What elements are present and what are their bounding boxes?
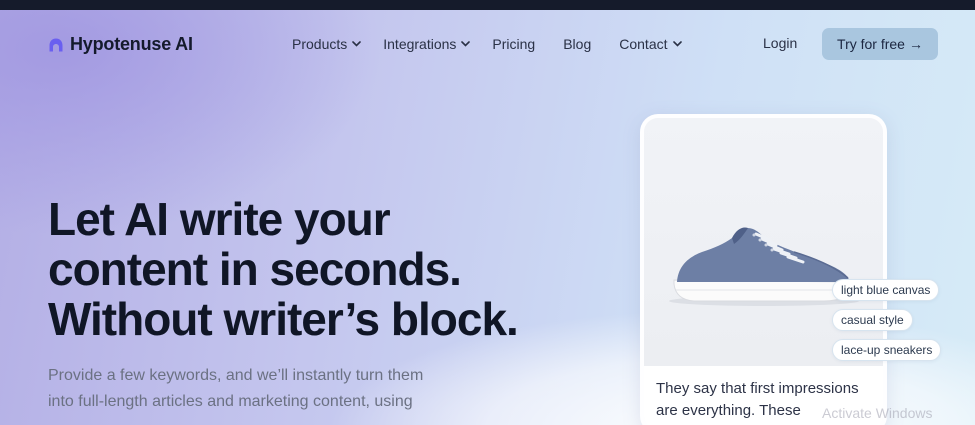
arrow-right-icon: → bbox=[908, 36, 923, 52]
subtext-line: Provide a few keywords, and we’ll instan… bbox=[48, 367, 424, 384]
cta-label: Try for free bbox=[837, 36, 905, 52]
product-tag: casual style bbox=[832, 309, 913, 331]
headline-line: Let AI write your bbox=[48, 193, 391, 245]
main-nav: Products Integrations Pricing Blog Conta… bbox=[292, 35, 682, 53]
nav-item-label: Integrations bbox=[383, 36, 457, 52]
chevron-down-icon bbox=[352, 41, 362, 47]
chevron-down-icon bbox=[672, 41, 682, 47]
login-link[interactable]: Login bbox=[763, 35, 797, 51]
description-line: They say that first impressions bbox=[656, 380, 859, 397]
hypotenuse-logo-icon bbox=[49, 38, 63, 51]
chevron-down-icon bbox=[461, 41, 471, 47]
brand-name: Hypotenuse AI bbox=[70, 34, 193, 54]
product-tag: lace-up sneakers bbox=[832, 339, 942, 361]
nav-item-pricing[interactable]: Pricing bbox=[492, 36, 535, 52]
nav-item-label: Pricing bbox=[492, 36, 536, 52]
hero-headline: Let AI write your content in seconds. Wi… bbox=[48, 194, 588, 344]
headline-line: Without writer’s block. bbox=[48, 293, 519, 345]
nav-item-label: Products bbox=[292, 36, 348, 52]
brand-logo[interactable]: Hypotenuse AI bbox=[48, 34, 193, 55]
windows-watermark: Activate Windows bbox=[822, 405, 933, 421]
subtext-line: into full-length articles and marketing … bbox=[48, 393, 413, 410]
nav-item-label: Contact bbox=[619, 36, 668, 52]
hero-subtext: Provide a few keywords, and we’ll instan… bbox=[48, 363, 478, 415]
headline-line: content in seconds. bbox=[48, 243, 462, 295]
nav-item-products[interactable]: Products bbox=[292, 36, 362, 52]
nav-item-integrations[interactable]: Integrations bbox=[383, 36, 471, 52]
nav-item-label: Blog bbox=[563, 36, 592, 52]
nav-item-contact[interactable]: Contact bbox=[619, 36, 682, 52]
top-bar bbox=[0, 0, 975, 10]
try-for-free-button[interactable]: Try for free → bbox=[822, 28, 938, 60]
product-card: They say that first impressions are ever… bbox=[640, 114, 887, 425]
nav-item-blog[interactable]: Blog bbox=[563, 36, 591, 52]
product-tag: light blue canvas bbox=[832, 279, 940, 301]
